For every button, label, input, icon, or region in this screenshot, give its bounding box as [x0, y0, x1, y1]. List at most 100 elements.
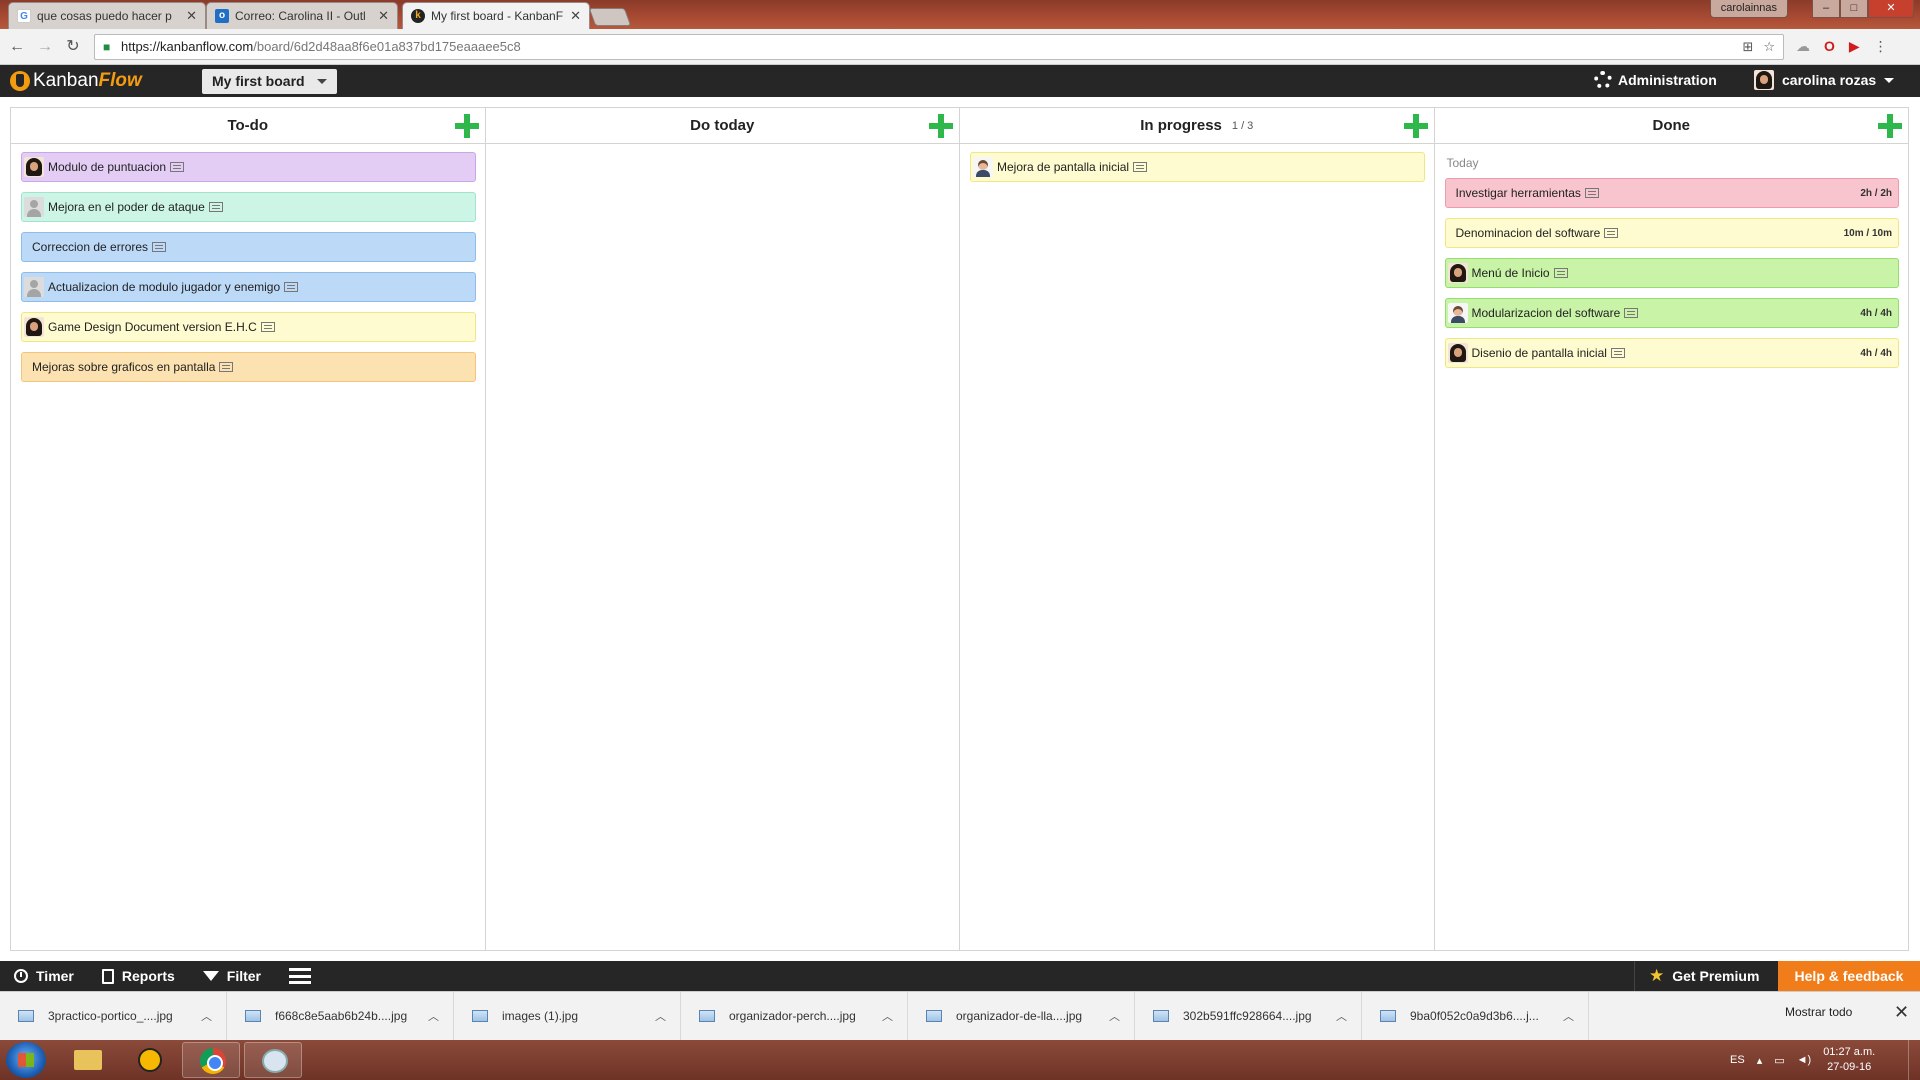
task-card[interactable]: Disenio de pantalla inicial 4h / 4h	[1444, 338, 1899, 368]
reports-button[interactable]: Reports	[88, 961, 189, 991]
kanbanflow-logo[interactable]: Kanban Flow	[10, 70, 142, 92]
download-item[interactable]: organizador-perch....jpg ︿	[681, 991, 908, 1041]
close-icon[interactable]: ✕	[570, 8, 581, 24]
taskbar-paint[interactable]	[244, 1042, 302, 1078]
chevron-up-icon[interactable]: ︿	[882, 1008, 893, 1024]
download-filename: 302b591ffc928664....jpg	[1183, 1009, 1312, 1023]
video-extension-icon[interactable]: ▶	[1849, 38, 1860, 55]
translate-icon[interactable]: ⊞	[1742, 35, 1753, 59]
add-task-icon[interactable]	[1403, 114, 1428, 138]
close-icon[interactable]: ✕	[378, 8, 389, 24]
window-close-button[interactable]: ✕	[1868, 0, 1914, 18]
task-card[interactable]: Mejoras sobre graficos en pantalla	[21, 352, 476, 382]
close-icon[interactable]: ✕	[186, 8, 197, 24]
url-host: https://kanbanflow.com	[121, 39, 254, 54]
cloud-extension-icon[interactable]: ☁	[1796, 38, 1810, 55]
task-card[interactable]: Game Design Document version E.H.C	[21, 312, 476, 342]
tray-expand-icon[interactable]: ▴	[1757, 1054, 1763, 1067]
kanban-board: To-do Modulo de puntuacion Mejora en el po…	[10, 107, 1909, 951]
administration-button[interactable]: Administration	[1594, 71, 1717, 89]
chevron-up-icon[interactable]: ︿	[655, 1008, 666, 1024]
address-bar: ← → ↻ ■ https://kanbanflow.com/board/6d2…	[0, 29, 1920, 65]
download-item[interactable]: organizador-de-lla....jpg ︿	[908, 991, 1135, 1041]
taskbar-app-warning[interactable]	[120, 1042, 178, 1078]
download-item[interactable]: 302b591ffc928664....jpg ︿	[1135, 991, 1362, 1041]
extension-icons: ☁ O ▶ ⋮	[1796, 38, 1888, 55]
help-feedback-button[interactable]: Help & feedback	[1778, 961, 1920, 991]
back-icon[interactable]: ←	[8, 38, 26, 56]
user-menu[interactable]: carolina rozas	[1754, 70, 1895, 90]
system-tray: ES ▴ ▭ ◄) 01:27 a.m. 27-09-16	[1730, 1040, 1875, 1080]
image-file-icon	[18, 1010, 34, 1022]
new-tab-button[interactable]	[588, 8, 632, 26]
bookmark-star-icon[interactable]: ☆	[1763, 35, 1775, 59]
volume-icon[interactable]: ◄)	[1797, 1054, 1812, 1066]
minimize-button[interactable]: –	[1812, 0, 1840, 18]
task-card[interactable]: Denominacion del software 10m / 10m	[1444, 218, 1899, 248]
download-item[interactable]: 9ba0f052c0a9d3b6....j... ︿	[1362, 991, 1589, 1041]
lock-icon: ■	[103, 40, 111, 54]
task-name: Denominacion del software	[1455, 226, 1601, 240]
task-card[interactable]: Actualizacion de modulo jugador y enemig…	[21, 272, 476, 302]
menu-button[interactable]	[275, 961, 325, 991]
task-name: Correccion de errores	[32, 240, 149, 254]
browser-tab-strip: G que cosas puedo hacer p ✕ o Correo: Ca…	[0, 0, 1920, 29]
show-desktop-button[interactable]	[1908, 1040, 1920, 1080]
reports-label: Reports	[121, 968, 175, 984]
task-card[interactable]: Correccion de errores	[21, 232, 476, 262]
forward-icon[interactable]: →	[36, 38, 54, 56]
task-card[interactable]: Mejora de pantalla inicial	[970, 152, 1425, 182]
add-task-icon[interactable]	[1878, 114, 1902, 138]
add-task-icon[interactable]	[929, 114, 953, 138]
get-premium-label: Get Premium	[1672, 968, 1760, 984]
language-indicator[interactable]: ES	[1730, 1054, 1745, 1066]
filter-icon	[202, 971, 219, 981]
chrome-menu-icon[interactable]: ⋮	[1874, 38, 1888, 55]
chevron-up-icon[interactable]: ︿	[201, 1008, 212, 1024]
taskbar-chrome[interactable]	[182, 1042, 240, 1078]
administration-label: Administration	[1618, 72, 1717, 88]
avatar	[973, 157, 993, 177]
maximize-button[interactable]: □	[1840, 0, 1868, 18]
task-name: Mejora en el poder de ataque	[48, 200, 205, 214]
browser-tab-active[interactable]: k My first board - KanbanF ✕	[402, 2, 590, 29]
task-card[interactable]: Modularizacion del software 4h / 4h	[1444, 298, 1899, 328]
window-user-badge[interactable]: carolainnas	[1709, 0, 1788, 18]
time-spent: 10m / 10m	[1843, 227, 1892, 239]
task-card[interactable]: Mejora en el poder de ataque	[21, 192, 476, 222]
chevron-up-icon[interactable]: ︿	[1336, 1008, 1347, 1024]
task-card[interactable]: Investigar herramientas 2h / 2h	[1444, 178, 1899, 208]
browser-tab[interactable]: G que cosas puedo hacer p ✕	[8, 2, 206, 29]
column: To-do Modulo de puntuacion Mejora en el po…	[11, 108, 486, 950]
download-item[interactable]: images (1).jpg ︿	[454, 991, 681, 1041]
opera-extension-icon[interactable]: O	[1824, 38, 1835, 55]
windows-start-button[interactable]	[6, 1042, 46, 1078]
add-task-icon[interactable]	[454, 114, 479, 138]
download-item[interactable]: 3practico-portico_....jpg ︿	[0, 991, 227, 1041]
task-card[interactable]: Menú de Inicio	[1444, 258, 1899, 288]
filter-button[interactable]: Filter	[189, 961, 275, 991]
folder-icon	[74, 1050, 102, 1070]
browser-tab[interactable]: o Correo: Carolina II - Outl ✕	[206, 2, 398, 29]
close-icon[interactable]: ✕	[1894, 1002, 1909, 1023]
show-all-downloads-link[interactable]: Mostrar todo	[1785, 1005, 1852, 1019]
avatar	[24, 157, 44, 177]
avatar	[24, 277, 44, 297]
chevron-up-icon[interactable]: ︿	[428, 1008, 439, 1024]
chevron-up-icon[interactable]: ︿	[1563, 1008, 1574, 1024]
column-header: Do today	[485, 108, 959, 144]
task-name: Modulo de puntuacion	[48, 160, 167, 174]
download-item[interactable]: f668c8e5aab6b24b....jpg ︿	[227, 991, 454, 1041]
reload-icon[interactable]: ↻	[64, 38, 82, 56]
task-list: Modulo de puntuacion Mejora en el poder d…	[11, 144, 485, 382]
url-input[interactable]: ■ https://kanbanflow.com/board/6d2d48aa8…	[94, 34, 1784, 60]
network-icon[interactable]: ▭	[1774, 1054, 1784, 1067]
system-clock[interactable]: 01:27 a.m. 27-09-16	[1823, 1045, 1875, 1075]
task-card[interactable]: Modulo de puntuacion	[21, 152, 476, 182]
timer-button[interactable]: Timer	[0, 961, 88, 991]
get-premium-button[interactable]: ★ Get Premium	[1634, 961, 1773, 991]
download-filename: organizador-perch....jpg	[729, 1009, 856, 1023]
taskbar-explorer[interactable]	[58, 1042, 116, 1078]
chevron-up-icon[interactable]: ︿	[1109, 1008, 1120, 1024]
board-selector[interactable]: My first board	[202, 69, 337, 94]
